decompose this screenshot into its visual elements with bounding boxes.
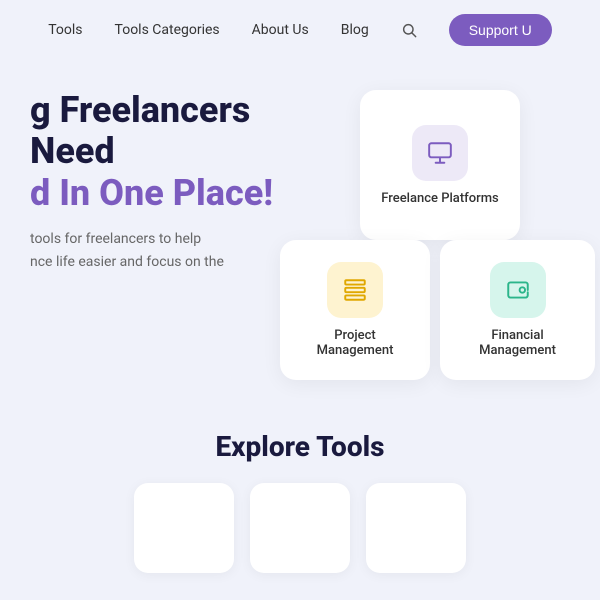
main-nav: Tools Tools Categories About Us Blog Sup…: [0, 0, 600, 60]
search-icon[interactable]: [401, 22, 417, 38]
support-button[interactable]: Support U: [449, 14, 552, 46]
explore-card-1[interactable]: [134, 483, 234, 573]
financial-management-icon: [490, 262, 546, 318]
hero-text: g Freelancers Need d In One Place! tools…: [30, 90, 330, 273]
card-financial-management[interactable]: Financial Management: [440, 240, 595, 380]
hero-subtitle: tools for freelancers to help nce life e…: [30, 228, 330, 273]
explore-section: Explore Tools: [0, 400, 600, 589]
explore-card-2[interactable]: [250, 483, 350, 573]
hero-title-line1: g Freelancers Need: [30, 89, 250, 172]
card-project-management-label: Project Management: [300, 328, 410, 358]
hero-title: g Freelancers Need d In One Place!: [30, 90, 330, 214]
hero-title-highlight: d In One Place!: [30, 172, 273, 214]
explore-card-3[interactable]: [366, 483, 466, 573]
card-financial-management-label: Financial Management: [460, 328, 575, 358]
project-management-icon: [327, 262, 383, 318]
card-freelance-platforms-label: Freelance Platforms: [381, 191, 498, 206]
nav-link-tools-categories[interactable]: Tools Categories: [115, 22, 220, 38]
explore-title: Explore Tools: [24, 430, 576, 463]
hero-subtitle-line2: nce life easier and focus on the: [30, 254, 224, 270]
nav-link-tools[interactable]: Tools: [48, 22, 82, 38]
nav-link-blog[interactable]: Blog: [341, 22, 369, 38]
hero-subtitle-line1: tools for freelancers to help: [30, 231, 201, 247]
freelance-platforms-icon: [412, 125, 468, 181]
nav-link-about-us[interactable]: About Us: [252, 22, 309, 38]
card-freelance-platforms[interactable]: Freelance Platforms: [360, 90, 520, 240]
hero-section: g Freelancers Need d In One Place! tools…: [0, 60, 600, 400]
explore-cards-row: [24, 483, 576, 573]
